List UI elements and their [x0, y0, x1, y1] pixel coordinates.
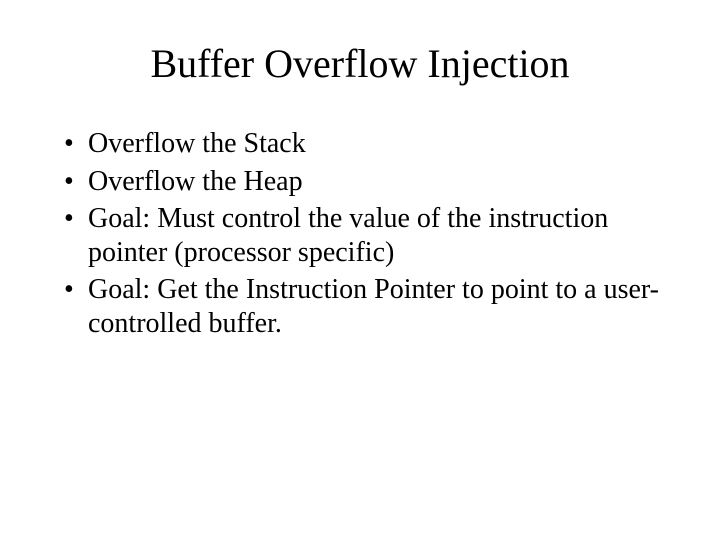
slide-title: Buffer Overflow Injection — [50, 40, 670, 87]
list-item: Overflow the Stack — [60, 127, 670, 161]
slide: Buffer Overflow Injection Overflow the S… — [0, 0, 720, 540]
list-item: Goal: Must control the value of the inst… — [60, 202, 670, 269]
list-item: Goal: Get the Instruction Pointer to poi… — [60, 273, 670, 340]
bullet-list: Overflow the Stack Overflow the Heap Goa… — [60, 127, 670, 341]
list-item: Overflow the Heap — [60, 165, 670, 199]
